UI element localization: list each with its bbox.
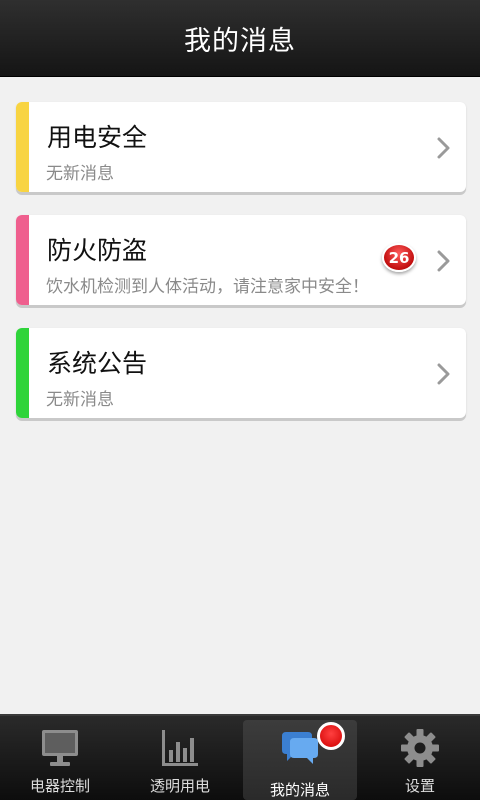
message-title: 系统公告: [47, 349, 148, 378]
chevron-right-icon: [437, 137, 450, 159]
tab-label: 透明用电: [149, 777, 210, 795]
tab-label: 我的消息: [269, 781, 330, 799]
chevron-right-icon: [437, 363, 450, 385]
tab-transparent-power[interactable]: 透明用电: [120, 716, 240, 800]
message-subtitle: 无新消息: [46, 390, 114, 410]
tab-label: 设置: [404, 777, 435, 795]
tab-settings[interactable]: 设置: [360, 716, 480, 800]
message-title: 用电安全: [47, 123, 148, 152]
accent-stripe: [16, 102, 29, 192]
message-item-electric-safety[interactable]: 用电安全 无新消息: [16, 102, 466, 192]
chevron-right-icon: [437, 250, 450, 272]
title-bar: 我的消息: [0, 0, 480, 77]
bar-chart-icon: [162, 730, 198, 766]
unread-count-badge: 26: [382, 243, 416, 272]
message-subtitle: 饮水机检测到人体活动，请注意家中安全！: [46, 277, 369, 297]
tab-my-messages[interactable]: 我的消息: [243, 720, 357, 800]
accent-stripe: [16, 328, 29, 418]
tab-appliance-control[interactable]: 电器控制: [0, 716, 120, 800]
message-item-system-notice[interactable]: 系统公告 无新消息: [16, 328, 466, 418]
message-item-fire-theft[interactable]: 防火防盗 饮水机检测到人体活动，请注意家中安全！ 26: [16, 215, 466, 305]
accent-stripe: [16, 215, 29, 305]
message-subtitle: 无新消息: [46, 164, 114, 184]
gear-icon: [401, 729, 439, 767]
monitor-icon: [42, 730, 78, 766]
bottom-tab-bar: 电器控制 透明用电 我的消息 设置: [0, 714, 480, 800]
page-title: 我的消息: [184, 25, 296, 57]
tab-label: 电器控制: [29, 777, 90, 795]
message-list: 用电安全 无新消息 防火防盗 饮水机检测到人体活动，请注意家中安全！ 26 系统…: [16, 102, 466, 441]
chat-bubble-icon: [282, 732, 318, 764]
message-title: 防火防盗: [47, 236, 148, 265]
notification-dot: [317, 722, 345, 750]
